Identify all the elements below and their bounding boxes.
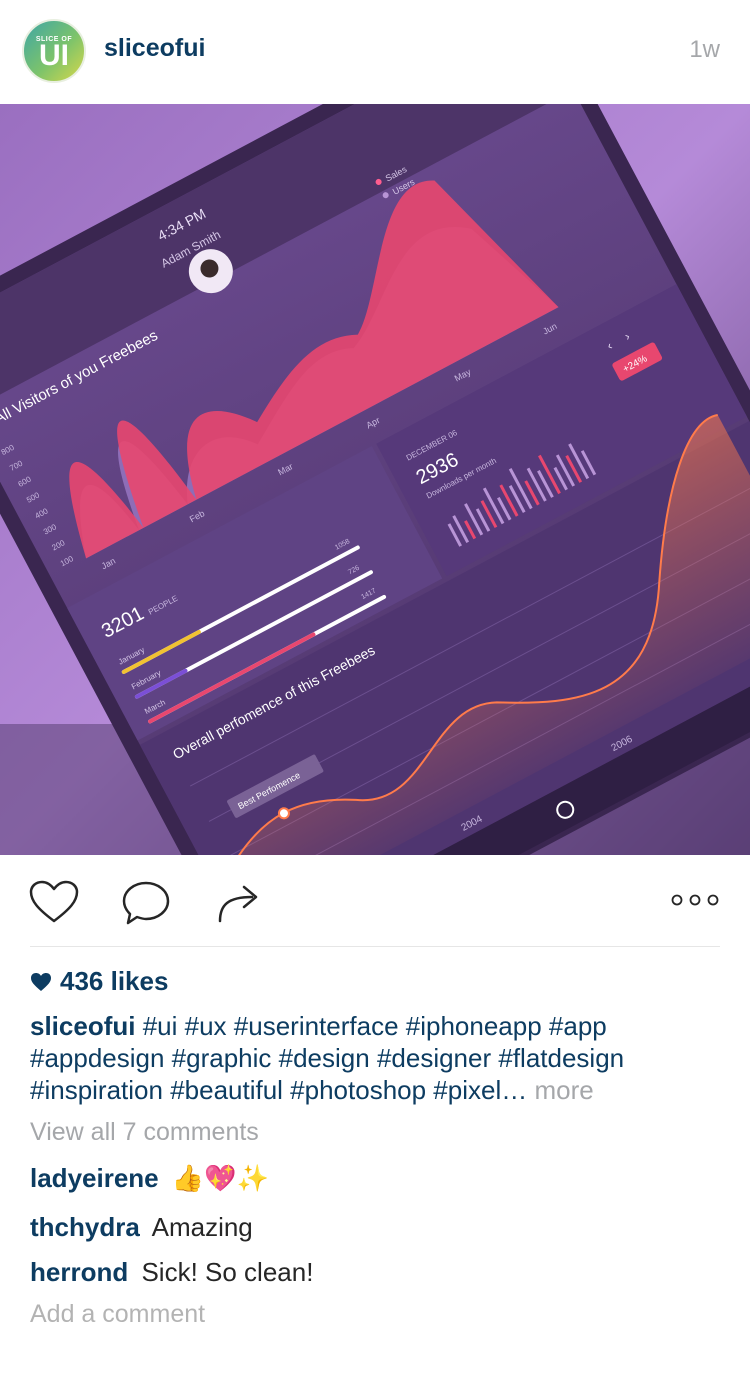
likes-text: 436 likes [60, 966, 169, 996]
comment-item: thchydra Amazing [30, 1212, 253, 1243]
comment-username[interactable]: thchydra [30, 1212, 140, 1242]
comment-item: herrond Sick! So clean! [30, 1257, 313, 1288]
comment-text: Amazing [151, 1212, 253, 1242]
more-icon[interactable] [670, 893, 720, 912]
avatar[interactable]: SLICE OF UI [22, 19, 86, 83]
post-header: SLICE OF UI sliceofui 1w [0, 0, 750, 104]
comment-username[interactable]: herrond [30, 1257, 128, 1287]
add-comment-input[interactable]: Add a comment [30, 1300, 205, 1329]
actions-divider [30, 946, 720, 947]
heart-filled-icon [31, 972, 51, 991]
comment-text: Sick! So clean! [141, 1257, 314, 1287]
caption-username[interactable]: sliceofui [30, 1011, 135, 1041]
comment-username[interactable]: ladyeirene [30, 1163, 159, 1193]
caption: sliceofui #ui #ux #userinterface #iphone… [30, 1010, 720, 1106]
comment-item: ladyeirene 👍💖✨ [30, 1163, 269, 1194]
view-all-comments-link[interactable]: View all 7 comments [30, 1118, 259, 1147]
post-actions [0, 855, 750, 947]
caption-more-link[interactable]: more [534, 1075, 593, 1105]
share-icon[interactable] [214, 881, 262, 930]
post-username[interactable]: sliceofui [104, 34, 205, 63]
likes-count[interactable]: 436 likes [30, 966, 168, 997]
post-time: 1w [689, 36, 720, 63]
post-image[interactable]: 4:34 PM Adam Smith Sales Users All Visit… [0, 104, 750, 855]
heart-icon[interactable] [28, 879, 80, 930]
comment-icon[interactable] [120, 879, 172, 932]
comment-text: 👍💖✨ [171, 1163, 269, 1193]
avatar-main-text: UI [39, 38, 69, 72]
